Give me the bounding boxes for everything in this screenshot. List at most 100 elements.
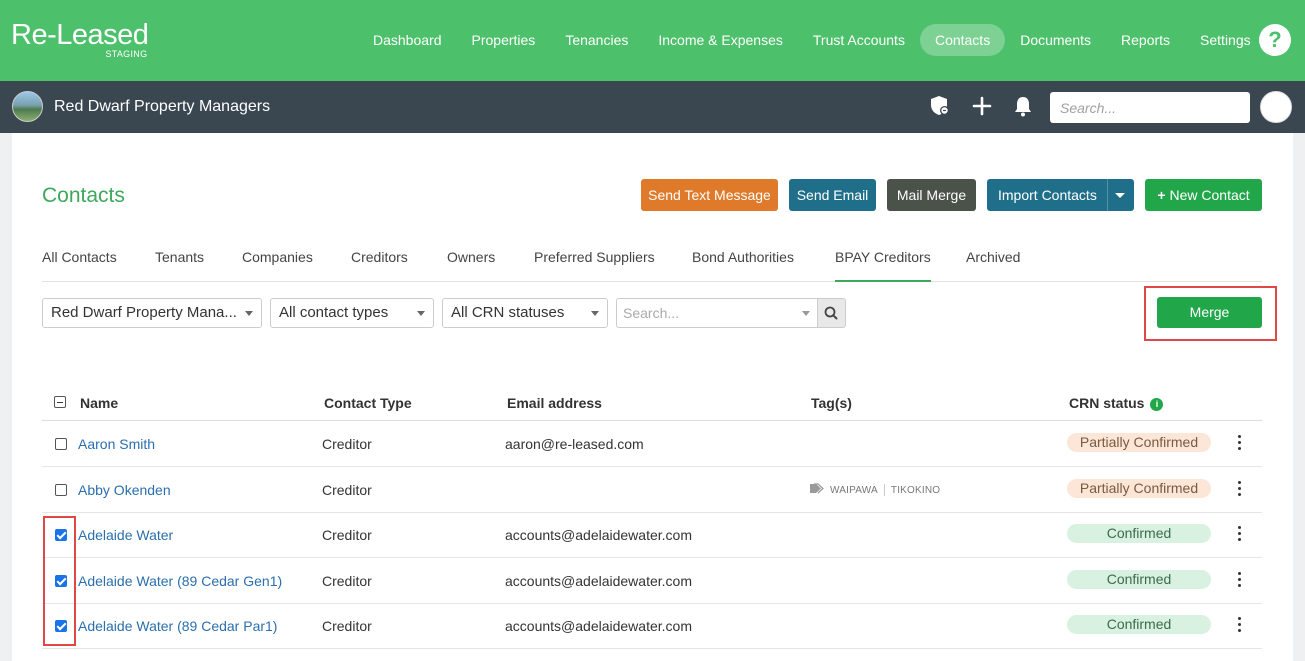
crn-status-filter-value: All CRN statuses — [451, 304, 565, 321]
contact-email: accounts@adelaidewater.com — [505, 618, 692, 634]
select-all-checkbox[interactable] — [54, 396, 66, 408]
tab-all-contacts[interactable]: All Contacts — [42, 237, 117, 282]
organisation-name[interactable]: Red Dwarf Property Managers — [54, 98, 270, 116]
tab-tenants[interactable]: Tenants — [155, 237, 204, 282]
tab-creditors[interactable]: Creditors — [351, 237, 408, 282]
column-tags: Tag(s) — [811, 395, 852, 411]
tab-bond-authorities[interactable]: Bond Authorities — [692, 237, 794, 282]
search-button[interactable] — [817, 298, 846, 328]
tab-companies[interactable]: Companies — [242, 237, 313, 282]
contact-search-field[interactable] — [616, 298, 818, 328]
search-icon — [824, 306, 838, 320]
contact-type: Creditor — [322, 618, 372, 634]
checkbox-highlight-box — [43, 516, 76, 646]
contact-type-filter-value: All contact types — [279, 304, 389, 321]
info-icon[interactable]: i — [1150, 398, 1164, 411]
contact-type-filter-select[interactable]: All contact types — [270, 298, 434, 328]
brand-name: Re-Leased — [11, 19, 149, 51]
brand-environment: STAGING — [105, 49, 148, 59]
new-contact-label: New Contact — [1169, 187, 1250, 203]
nav-item-trust-accounts[interactable]: Trust Accounts — [798, 24, 920, 56]
mail-merge-button[interactable]: Mail Merge — [887, 179, 976, 211]
brand-logo[interactable]: Re-Leased STAGING — [11, 19, 149, 59]
crn-status-badge: Partially Confirmed — [1067, 478, 1211, 498]
contact-name-link[interactable]: Adelaide Water (89 Cedar Gen1) — [78, 573, 282, 589]
contact-type: Creditor — [322, 572, 372, 589]
table-row[interactable]: Abby Okenden Creditor WAIPAWA TIKOKINO Parti… — [42, 467, 1262, 513]
table-row[interactable]: Adelaide Water (89 Cedar Gen1) Creditor ac… — [42, 558, 1262, 604]
tag-label[interactable]: WAIPAWA — [830, 485, 878, 496]
organisation-filter-value: Red Dwarf Property Mana... — [51, 304, 237, 321]
table-row[interactable]: Aaron Smith Creditor aaron@re-leased.com Pa… — [42, 421, 1262, 467]
crn-status-filter-select[interactable]: All CRN statuses — [442, 298, 608, 328]
more-options-icon[interactable] — [1238, 526, 1242, 542]
contact-name-link[interactable]: Abby Okenden — [78, 482, 171, 498]
nav-item-documents[interactable]: Documents — [1005, 24, 1106, 56]
import-contacts-label: Import Contacts — [998, 187, 1097, 203]
notification-bell-icon[interactable] — [1011, 94, 1035, 118]
table-header: Name Contact Type Email address Tag(s) C… — [42, 384, 1262, 421]
contact-name-link[interactable]: Aaron Smith — [78, 436, 155, 452]
plus-icon: + — [1157, 187, 1166, 203]
row-checkbox[interactable] — [55, 438, 67, 450]
tab-archived[interactable]: Archived — [966, 237, 1020, 282]
chevron-down-icon — [591, 311, 599, 316]
import-contacts-dropdown-toggle[interactable] — [1107, 179, 1134, 211]
contact-type: Creditor — [322, 436, 372, 452]
contact-email: aaron@re-leased.com — [505, 436, 644, 452]
new-contact-button[interactable]: + New Contact — [1145, 179, 1262, 211]
tab-bpay-creditors[interactable]: BPAY Creditors — [835, 237, 931, 282]
more-options-icon[interactable] — [1238, 435, 1242, 451]
nav-item-settings[interactable]: Settings — [1185, 24, 1266, 56]
tab-owners[interactable]: Owners — [447, 237, 495, 282]
import-contacts-button[interactable]: Import Contacts — [987, 179, 1134, 211]
merge-button[interactable]: Merge — [1157, 297, 1262, 328]
nav-item-properties[interactable]: Properties — [457, 24, 551, 56]
contact-email: accounts@adelaidewater.com — [505, 527, 692, 543]
tab-preferred-suppliers[interactable]: Preferred Suppliers — [534, 237, 655, 282]
organisation-filter-select[interactable]: Red Dwarf Property Mana... — [42, 298, 262, 328]
table-row[interactable]: Adelaide Water Creditor accounts@adelaidew… — [42, 512, 1262, 558]
column-contact-type[interactable]: Contact Type — [324, 395, 412, 411]
crn-status-badge: Confirmed — [1067, 569, 1211, 589]
organisation-avatar[interactable] — [12, 91, 43, 122]
row-checkbox[interactable] — [55, 483, 67, 496]
more-options-icon[interactable] — [1238, 480, 1242, 497]
contact-name-link[interactable]: Adelaide Water (89 Cedar Par1) — [78, 618, 277, 634]
crn-status-badge: Confirmed — [1067, 615, 1211, 634]
global-search-input[interactable] — [1050, 92, 1250, 123]
crn-status-badge: Partially Confirmed — [1067, 433, 1211, 452]
chevron-down-icon — [1115, 193, 1125, 198]
column-name[interactable]: Name — [80, 395, 118, 411]
crn-status-badge: Confirmed — [1067, 524, 1211, 543]
main-nav: Dashboard Properties Tenancies Income & Exp… — [358, 24, 1266, 56]
send-text-message-button[interactable]: Send Text Message — [641, 179, 778, 211]
nav-item-reports[interactable]: Reports — [1106, 24, 1185, 56]
add-icon[interactable] — [970, 94, 994, 118]
contact-type: Creditor — [322, 481, 372, 498]
contact-type: Creditor — [322, 527, 372, 543]
nav-item-dashboard[interactable]: Dashboard — [358, 24, 457, 56]
table-row[interactable]: Adelaide Water (89 Cedar Par1) Creditor ac… — [42, 603, 1262, 649]
chevron-down-icon — [417, 311, 425, 316]
user-avatar[interactable] — [1260, 91, 1292, 123]
nav-item-contacts[interactable]: Contacts — [919, 24, 1006, 56]
chevron-down-icon — [802, 311, 810, 316]
nav-item-income-expenses[interactable]: Income & Expenses — [643, 24, 798, 56]
contact-tags: WAIPAWA TIKOKINO — [809, 482, 940, 496]
page-title: Contacts — [42, 184, 125, 207]
contact-tabs: All Contacts Tenants Companies Creditors Own… — [42, 237, 1262, 282]
help-button[interactable]: ? — [1259, 24, 1291, 56]
nav-item-tenancies[interactable]: Tenancies — [550, 24, 643, 56]
more-options-icon[interactable] — [1238, 617, 1242, 633]
contact-email: accounts@adelaidewater.com — [505, 572, 692, 589]
security-shield-icon[interactable] — [928, 94, 952, 118]
contact-search-input[interactable] — [617, 299, 787, 327]
tag-label[interactable]: TIKOKINO — [891, 485, 940, 496]
column-crn-status: CRN status i — [1069, 395, 1164, 411]
tag-icon — [810, 482, 824, 493]
column-email[interactable]: Email address — [507, 395, 602, 411]
contact-name-link[interactable]: Adelaide Water — [78, 527, 173, 543]
send-email-button[interactable]: Send Email — [789, 179, 876, 211]
more-options-icon[interactable] — [1238, 571, 1242, 588]
